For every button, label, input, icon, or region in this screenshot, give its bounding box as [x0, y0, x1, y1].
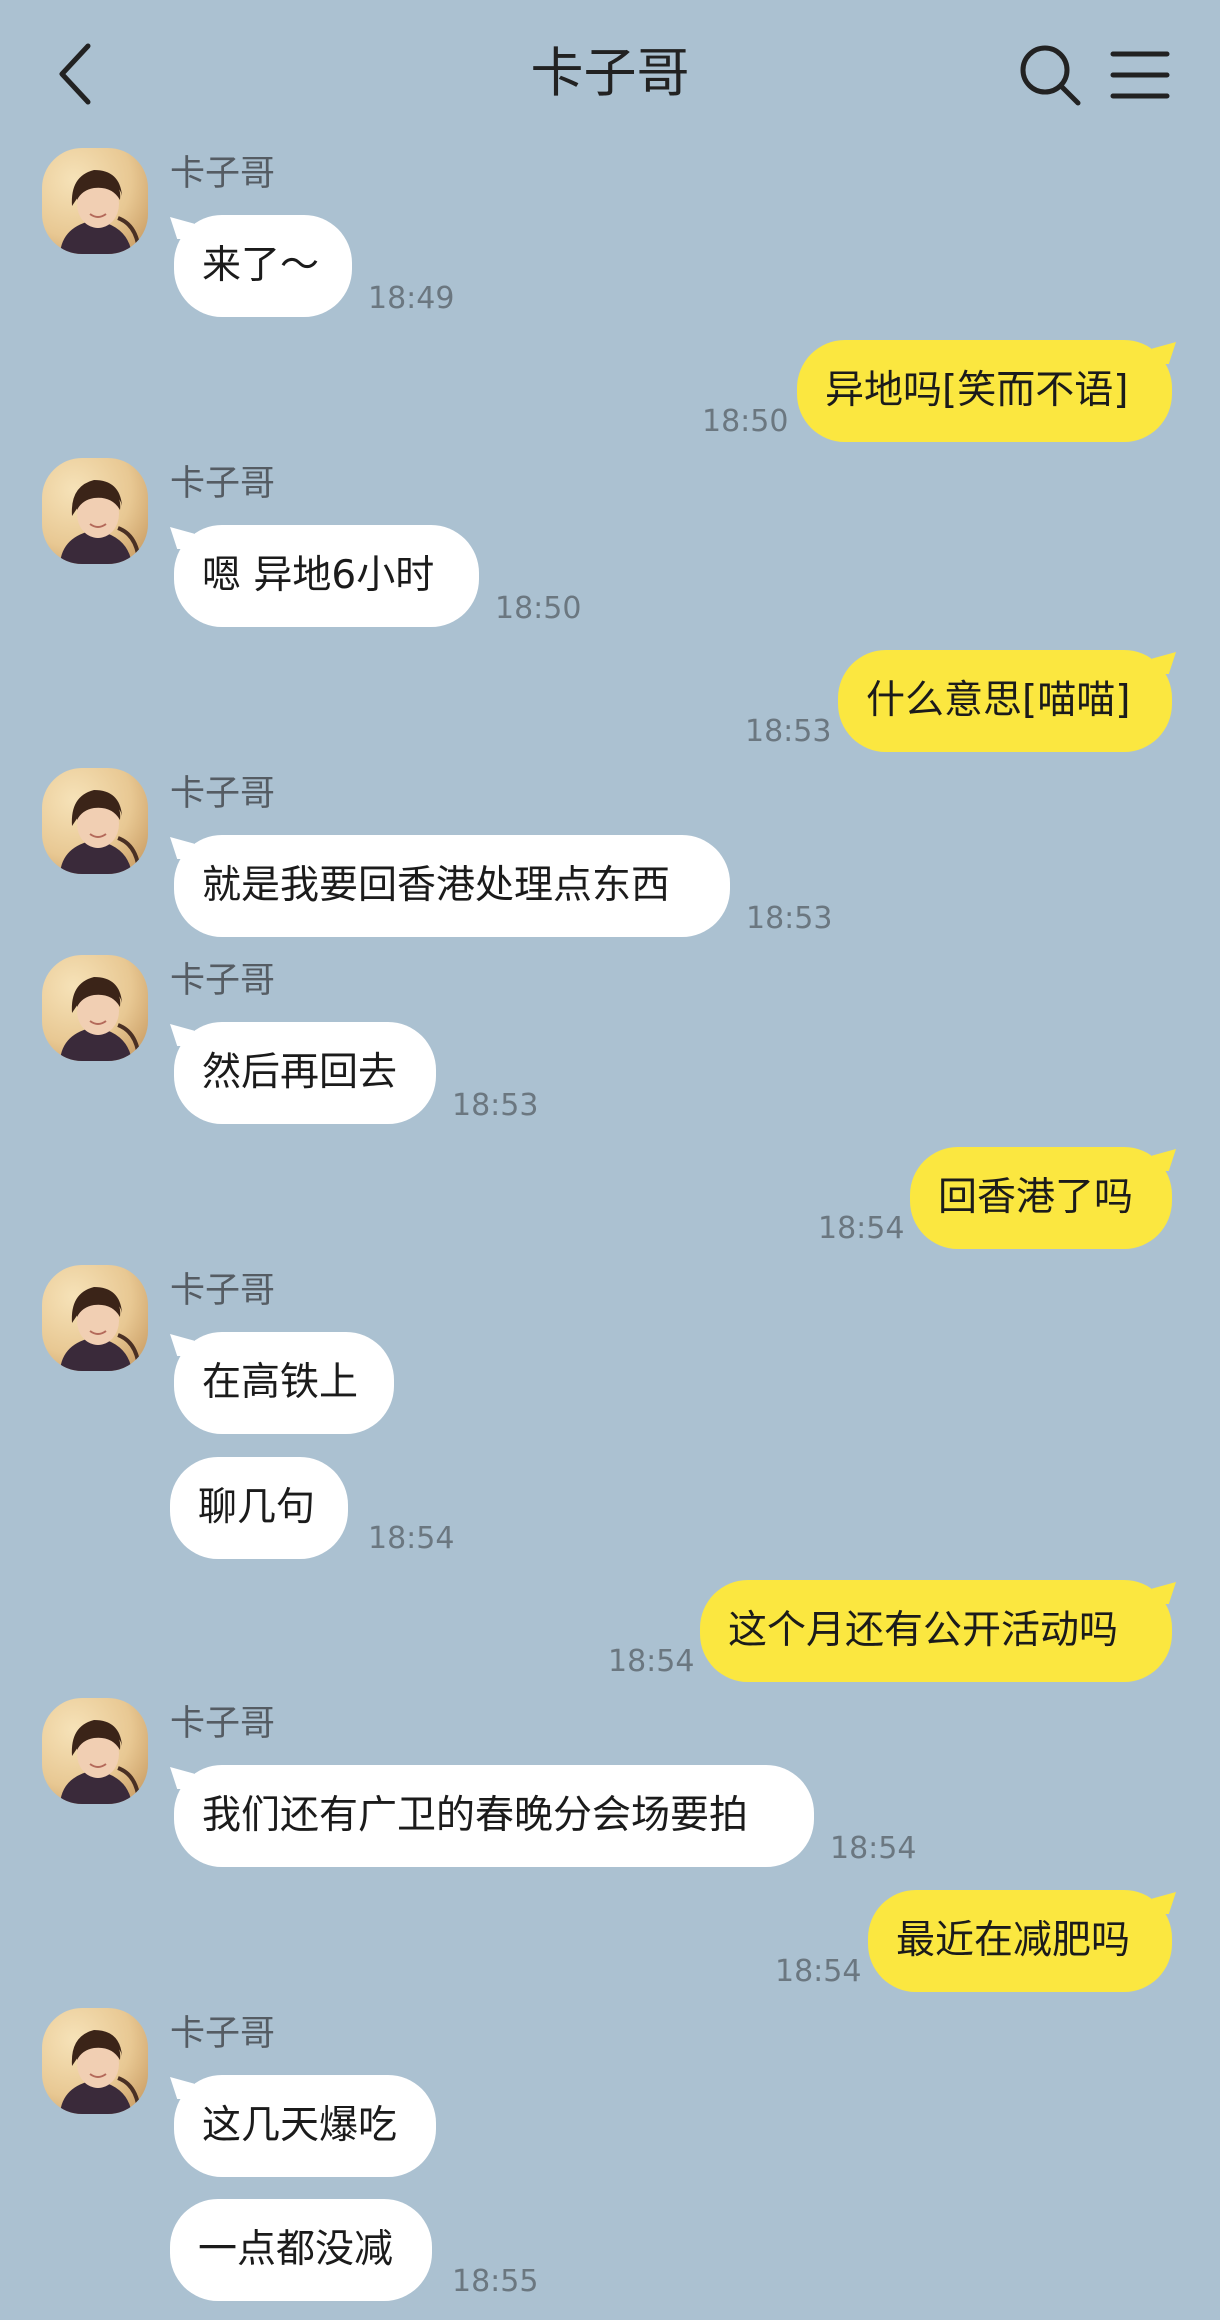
- sender-name: 卡子哥: [170, 1271, 276, 1311]
- message-text: 就是我要回香港处理点东西: [202, 863, 671, 908]
- message-time: 18:54: [368, 1521, 455, 1556]
- contact-avatar[interactable]: [42, 1265, 148, 1371]
- message-text: 一点都没减: [198, 2227, 394, 2272]
- bubble-tail: [1152, 652, 1176, 674]
- message-text: 这几天爆吃: [202, 2103, 398, 2148]
- message-bubble-incoming[interactable]: 就是我要回香港处理点东西: [170, 835, 730, 937]
- message-time: 18:50: [495, 591, 582, 626]
- message-bubble-incoming[interactable]: 嗯 异地6小时: [170, 525, 479, 627]
- message-time: 18:54: [830, 1831, 917, 1866]
- message-time: 18:54: [818, 1211, 905, 1246]
- bubble-tail: [170, 1024, 194, 1046]
- message-text: 聊几句: [198, 1485, 316, 1530]
- message-bubble-incoming[interactable]: 我们还有广卫的春晚分会场要拍: [170, 1765, 814, 1867]
- contact-avatar[interactable]: [42, 458, 148, 564]
- message-time: 18:50: [702, 404, 789, 439]
- bubble-tail: [170, 1334, 194, 1356]
- message-text: 嗯 异地6小时: [202, 553, 435, 598]
- message-text: 我们还有广卫的春晚分会场要拍: [202, 1793, 749, 1838]
- avatar-image: [42, 2008, 148, 2114]
- message-time: 18:53: [452, 1088, 539, 1123]
- message-bubble-incoming[interactable]: 来了～: [170, 215, 352, 317]
- sender-name: 卡子哥: [170, 2014, 276, 2054]
- message-bubble-outgoing[interactable]: 异地吗[笑而不语]: [797, 340, 1176, 442]
- message-time: 18:53: [746, 901, 833, 936]
- avatar-image: [42, 768, 148, 874]
- bubble-tail: [170, 527, 194, 549]
- bubble-tail: [1152, 1149, 1176, 1171]
- message-time: 18:54: [775, 1954, 862, 1989]
- bubble-tail: [170, 2077, 194, 2099]
- bubble-tail: [170, 217, 194, 239]
- message-text: 在高铁上: [202, 1360, 359, 1405]
- message-bubble-incoming[interactable]: 然后再回去: [170, 1022, 436, 1124]
- contact-avatar[interactable]: [42, 768, 148, 874]
- avatar-image: [42, 458, 148, 564]
- message-text: 什么意思[喵喵]: [866, 678, 1131, 723]
- avatar-image: [42, 148, 148, 254]
- message-time: 18:53: [745, 714, 832, 749]
- back-arrow-icon: [59, 43, 91, 105]
- message-time: 18:55: [452, 2264, 539, 2299]
- message-bubble-incoming[interactable]: 一点都没减: [170, 2199, 432, 2301]
- sender-name: 卡子哥: [170, 154, 276, 194]
- menu-button[interactable]: [1105, 40, 1175, 110]
- bubble-tail: [170, 837, 194, 859]
- message-time: 18:49: [368, 281, 455, 316]
- bubble-tail: [1152, 1582, 1176, 1604]
- sender-name: 卡子哥: [170, 1704, 276, 1744]
- message-text: 然后再回去: [202, 1050, 398, 1095]
- message-bubble-incoming[interactable]: 在高铁上: [170, 1332, 394, 1434]
- message-bubble-outgoing[interactable]: 回香港了吗: [910, 1147, 1176, 1249]
- search-icon: [1020, 45, 1081, 106]
- search-button[interactable]: [1015, 40, 1085, 110]
- sender-name: 卡子哥: [170, 464, 276, 504]
- message-text: 回香港了吗: [938, 1175, 1134, 1220]
- message-bubble-outgoing[interactable]: 这个月还有公开活动吗: [700, 1580, 1176, 1682]
- message-text: 异地吗[笑而不语]: [825, 368, 1129, 413]
- message-text: 这个月还有公开活动吗: [728, 1608, 1119, 1653]
- back-button[interactable]: [50, 36, 110, 111]
- sender-name: 卡子哥: [170, 774, 276, 814]
- contact-avatar[interactable]: [42, 1698, 148, 1804]
- contact-avatar[interactable]: [42, 148, 148, 254]
- contact-avatar[interactable]: [42, 955, 148, 1061]
- avatar-image: [42, 955, 148, 1061]
- contact-avatar[interactable]: [42, 2008, 148, 2114]
- bubble-tail: [1152, 342, 1176, 364]
- chat-header: 卡子哥: [0, 0, 1220, 145]
- message-text: 最近在减肥吗: [896, 1918, 1131, 1963]
- menu-icon: [1110, 51, 1170, 99]
- sender-name: 卡子哥: [170, 961, 276, 1001]
- bubble-tail: [170, 1767, 194, 1789]
- message-bubble-outgoing[interactable]: 最近在减肥吗: [868, 1890, 1176, 1992]
- message-bubble-incoming[interactable]: 这几天爆吃: [170, 2075, 436, 2177]
- message-time: 18:54: [608, 1644, 695, 1679]
- bubble-tail: [1152, 1892, 1176, 1914]
- message-bubble-incoming[interactable]: 聊几句: [170, 1457, 348, 1559]
- message-text: 来了～: [202, 243, 320, 288]
- avatar-image: [42, 1698, 148, 1804]
- message-bubble-outgoing[interactable]: 什么意思[喵喵]: [838, 650, 1176, 752]
- avatar-image: [42, 1265, 148, 1371]
